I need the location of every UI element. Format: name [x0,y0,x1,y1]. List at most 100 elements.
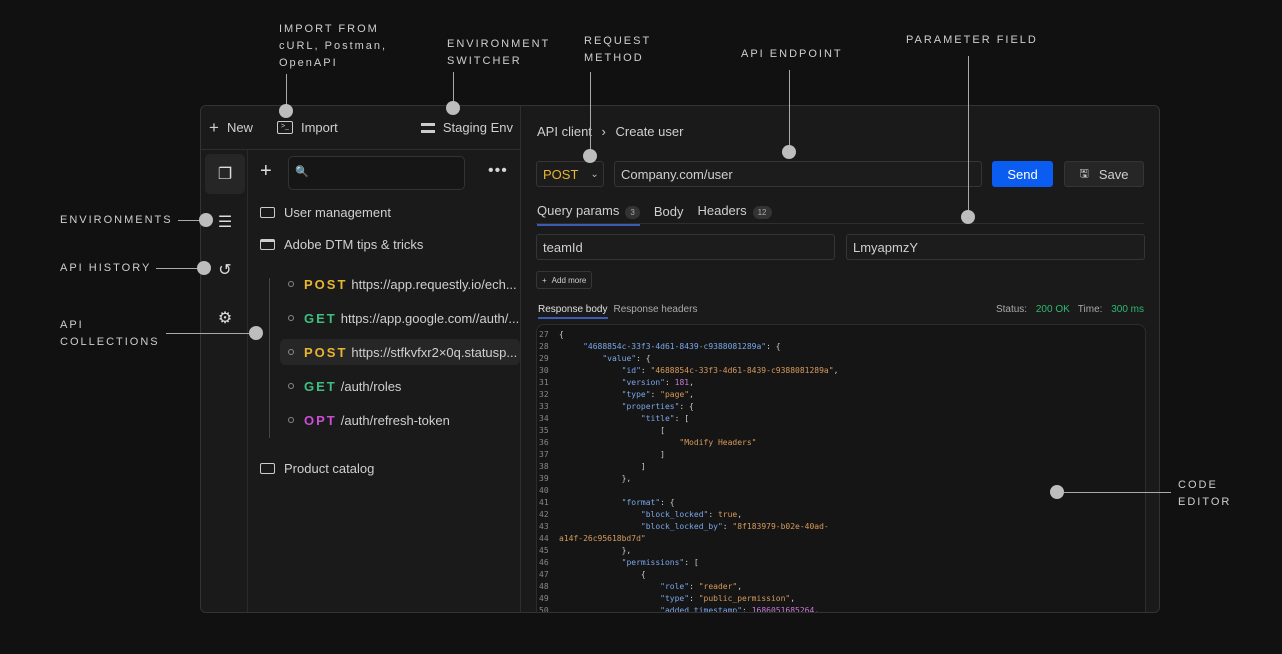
annotation-dot [197,261,211,275]
annotation-api-endpoint: API ENDPOINT [741,48,843,60]
status-label: Status: [995,304,1028,315]
tab-label: Query params [537,203,620,218]
code-token: true [717,510,738,519]
param-value-input[interactable]: LmyapmzY [846,234,1145,260]
request-method: GET [304,310,337,326]
code-line: 44 a14f-26c95618bd7d" [537,533,1145,545]
chevron-down-icon: ⌄ [590,168,599,180]
line-number: 44 [539,534,549,543]
send-button[interactable]: Send [992,161,1053,187]
line-number: 43 [539,522,549,531]
annotation-dot [446,101,460,115]
more-icon[interactable]: ••• [488,162,508,180]
add-more-button[interactable]: + Add more [536,271,593,289]
annotation-dot [199,213,213,227]
method-select[interactable]: POST ⌄ [536,161,604,187]
code-token: "id" [621,366,641,375]
code-token: "added_timestamp" [660,606,743,613]
code-token: "block_locked_by" [640,522,723,531]
line-number: 27 [539,330,549,339]
code-token: "role" [660,582,690,591]
env-label: Staging Env [442,120,513,135]
line-number: 36 [539,438,549,447]
code-token: , [737,510,743,519]
line-number: 50 [539,606,549,613]
folder-product-catalog[interactable]: Product catalog [260,461,374,476]
param-key: teamId [543,239,583,255]
request-item[interactable]: POST https://stfkvfxr2×0q.statusp... [280,339,520,365]
request-item[interactable]: GET https://app.google.com//auth/... [280,305,520,331]
request-item[interactable]: POST https://app.requestly.io/ech... [280,271,520,297]
code-token: : [ [674,414,690,423]
code-token: { [559,570,646,579]
code-token: "format" [621,498,661,507]
tab-response-body[interactable]: Response body [538,304,608,319]
code-line: 31 "version": 181, [537,377,1145,389]
status-dot-icon [288,281,294,287]
annotation-dot [1050,485,1064,499]
collections-icon[interactable]: ❐ [205,154,245,194]
code-token: , [790,594,796,603]
code-line: 32 "type": "page", [537,389,1145,401]
annotation-request-method: REQUEST METHOD [584,35,652,64]
collections-tree: + 🔍 ••• User management Adobe DTM tips &… [248,150,520,612]
request-url: https://app.requestly.io/ech... [351,276,517,292]
request-item[interactable]: OPT/auth/refresh-token [280,407,520,433]
annotation-dot [249,326,263,340]
code-token: "page" [660,390,690,399]
folder-user-management[interactable]: User management [260,205,391,220]
folder-label: Adobe DTM tips & tricks [284,237,424,252]
code-line: 45 }, [537,545,1145,557]
line-number: 49 [539,594,549,603]
code-line: 29 "value": { [537,353,1145,365]
breadcrumb-api-client[interactable]: API client [537,124,592,139]
line-number: 45 [539,546,549,555]
code-token: , [689,390,694,399]
code-line: 39 }, [537,473,1145,485]
param-key-input[interactable]: teamId [536,234,835,260]
request-method: POST [304,276,348,292]
folder-adobe-dtm[interactable]: Adobe DTM tips & tricks [260,237,423,252]
folder-icon [260,207,275,218]
code-token: }, [559,546,632,555]
request-item[interactable]: GET/auth/roles [280,373,520,399]
code-editor[interactable]: 27 {28 "4688854c-33f3-4d61-8439-c93880812… [536,324,1146,613]
tab-response-headers[interactable]: Response headers [614,304,698,319]
status-value: 200 OK [1035,304,1070,315]
code-token: : [ [684,558,699,567]
line-number: 41 [539,498,549,507]
code-token: , [689,378,694,387]
plus-icon: + [542,275,547,285]
code-token: "4688854c-33f3-4d61-8439-c9388081289a" [650,366,834,375]
annotation-dot [961,210,975,224]
code-token: [ [559,426,665,435]
save-label: Save [1098,166,1129,182]
code-line: 48 "role": "reader", [537,581,1145,593]
code-token: { [559,330,564,339]
add-icon[interactable]: + [260,160,272,183]
new-button[interactable]: + New [209,118,253,138]
history-icon[interactable]: ↺ [205,250,245,290]
api-client-window: + New >_ Import Staging Env ❐ ☰ ↺ ⚙ + 🔍 ••… [200,105,1160,613]
code-token: "properties" [621,402,680,411]
save-button[interactable]: 🖫 Save [1064,161,1144,187]
settings-icon[interactable]: ⚙ [205,298,245,338]
url-input[interactable]: Company.com/user [614,161,982,187]
code-line: 30 "id": "4688854c-33f3-4d61-8439-c93880… [537,365,1145,377]
request-method: OPT [304,412,337,428]
search-input[interactable]: 🔍 [288,156,465,190]
param-value: LmyapmzY [853,239,919,255]
code-line: 27 { [537,329,1145,341]
annotation-env-switcher: ENVIRONMENT SWITCHER [447,38,551,67]
code-token: , [833,366,839,375]
code-token: "reader" [698,582,738,591]
line-number: 39 [539,474,549,483]
environment-switcher[interactable]: Staging Env [420,120,513,135]
annotation-code-editor: CODE EDITOR [1178,479,1232,508]
code-token: "type" [621,390,651,399]
code-token: : { [766,342,781,351]
import-button[interactable]: >_ Import [276,120,338,135]
